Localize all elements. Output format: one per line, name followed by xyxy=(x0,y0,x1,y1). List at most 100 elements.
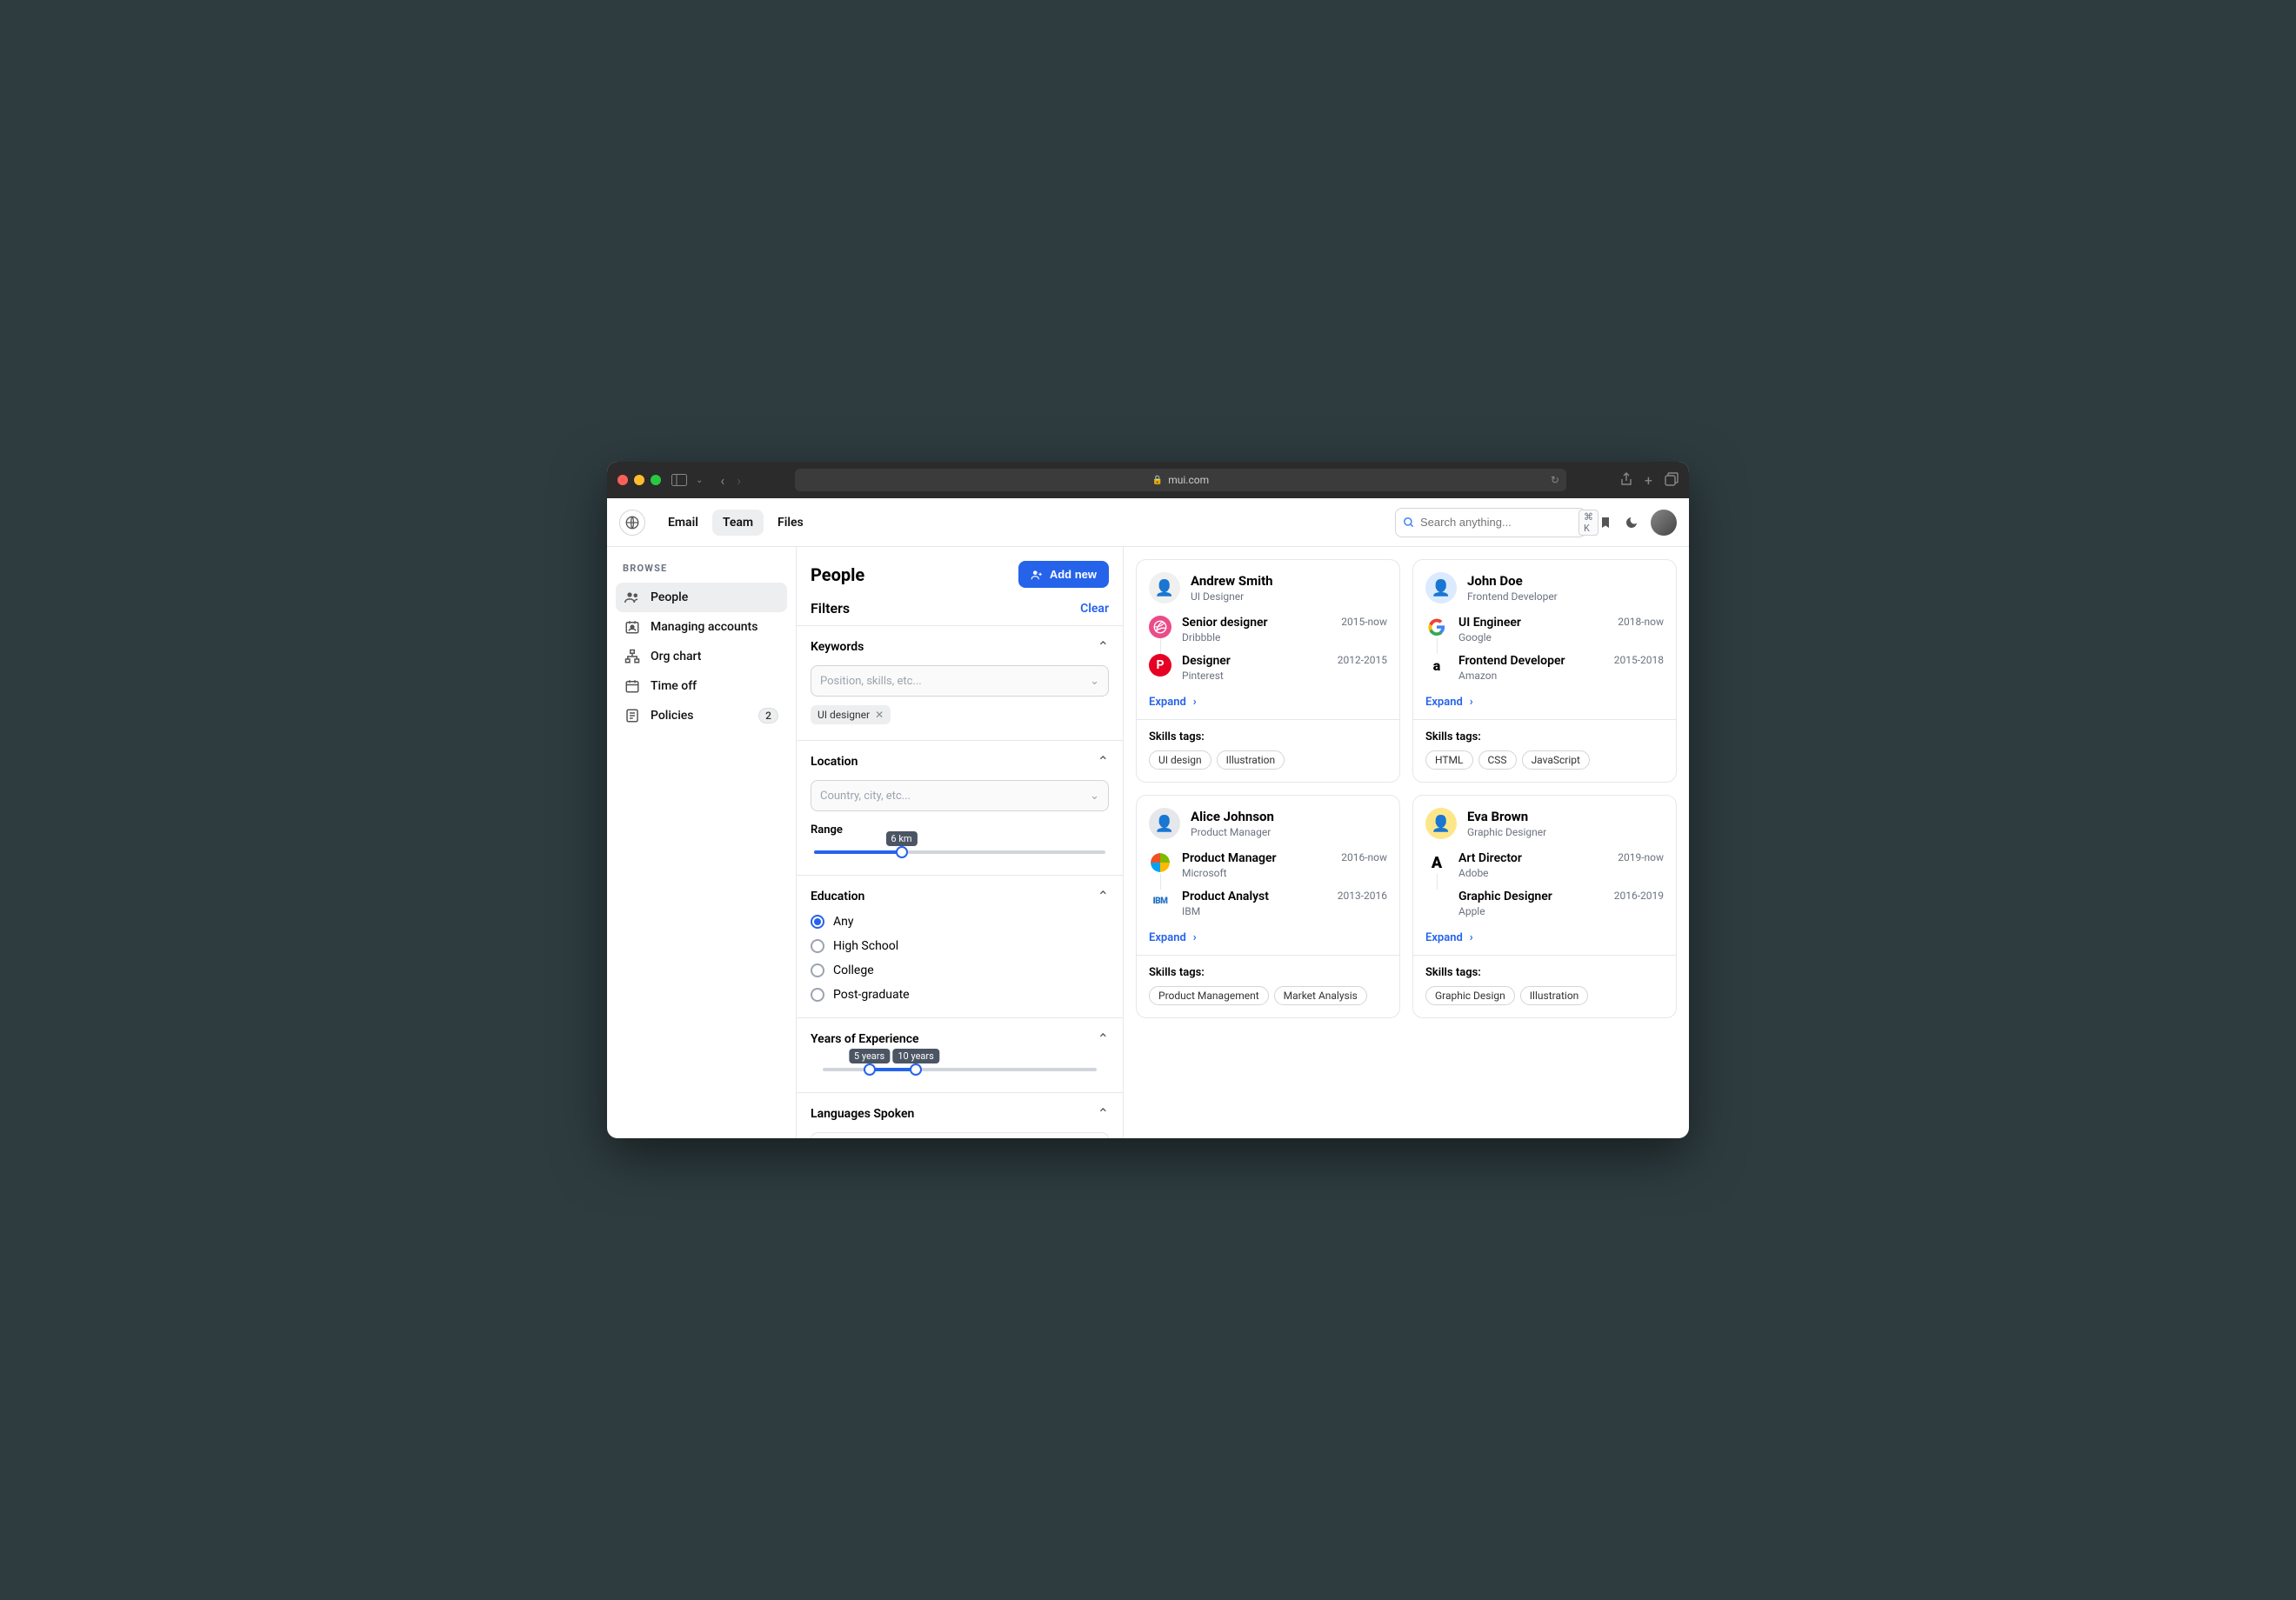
maximize-window-icon[interactable] xyxy=(651,475,661,485)
close-window-icon[interactable] xyxy=(617,475,628,485)
person-role: Frontend Developer xyxy=(1467,590,1558,603)
radio-college[interactable]: College xyxy=(811,963,1109,977)
filter-section-location: Location ⌃ Country, city, etc... ⌄ Range… xyxy=(797,740,1123,875)
skill-tag: Illustration xyxy=(1520,986,1589,1005)
browser-chrome: ⌄ ‹ › 🔒 mui.com ↻ + xyxy=(607,462,1689,498)
tab-files[interactable]: Files xyxy=(767,510,814,536)
amazon-logo-icon: a xyxy=(1425,654,1448,677)
refresh-icon[interactable]: ↻ xyxy=(1551,474,1559,486)
skill-tag: CSS xyxy=(1478,750,1517,770)
person-name: Andrew Smith xyxy=(1191,573,1273,589)
person-card: 👤Alice JohnsonProduct ManagerProduct Man… xyxy=(1136,795,1400,1018)
slider-thumb-high[interactable] xyxy=(910,1063,922,1076)
clear-filters-button[interactable]: Clear xyxy=(1080,602,1109,616)
sidebar-item-people[interactable]: People xyxy=(616,583,787,612)
search-shortcut: ⌘ K xyxy=(1578,510,1599,536)
skill-tag: UI design xyxy=(1149,750,1211,770)
search-input[interactable] xyxy=(1420,516,1573,529)
skill-tag: Graphic Design xyxy=(1425,986,1515,1005)
expand-button[interactable]: Expand › xyxy=(1425,931,1473,944)
ibm-logo-icon: IBM xyxy=(1149,890,1171,912)
expand-button[interactable]: Expand › xyxy=(1149,696,1197,709)
radio-icon xyxy=(811,915,824,929)
chevron-down-icon: ⌄ xyxy=(1090,675,1099,688)
radio-any[interactable]: Any xyxy=(811,915,1109,929)
radio-icon xyxy=(811,988,824,1002)
accounts-icon xyxy=(624,619,640,635)
skills-label: Skills tags: xyxy=(1149,966,1387,979)
experience-row: PDesignerPinterest2012-2015 xyxy=(1149,654,1387,682)
apple-logo-icon xyxy=(1425,890,1448,912)
languages-select[interactable]: Select languages xyxy=(811,1132,1109,1138)
search-icon xyxy=(1403,517,1415,529)
minimize-window-icon[interactable] xyxy=(634,475,644,485)
person-avatar: 👤 xyxy=(1425,572,1457,603)
skill-tag: Product Management xyxy=(1149,986,1269,1005)
share-icon[interactable] xyxy=(1620,472,1632,489)
experience-row: IBMProduct AnalystIBM2013-2016 xyxy=(1149,890,1387,917)
slider-thumb-low[interactable] xyxy=(864,1063,876,1076)
url-bar[interactable]: 🔒 mui.com ↻ xyxy=(795,469,1566,491)
filter-section-experience: Years of Experience ⌃ 5 years 10 years xyxy=(797,1017,1123,1092)
location-select[interactable]: Country, city, etc... ⌄ xyxy=(811,780,1109,811)
radio-high-school[interactable]: High School xyxy=(811,939,1109,953)
tabs-icon[interactable] xyxy=(1665,472,1679,489)
user-avatar[interactable] xyxy=(1651,510,1677,536)
person-avatar: 👤 xyxy=(1149,808,1180,839)
bookmark-icon[interactable] xyxy=(1599,516,1612,530)
experience-slider[interactable]: 5 years 10 years xyxy=(823,1068,1097,1071)
person-role: Product Manager xyxy=(1191,826,1274,838)
skills-label: Skills tags: xyxy=(1425,730,1664,743)
experience-row: UI EngineerGoogle2018-now xyxy=(1425,616,1664,643)
skill-tag: Market Analysis xyxy=(1274,986,1367,1005)
policies-icon xyxy=(624,708,640,723)
person-name: John Doe xyxy=(1467,573,1558,589)
sidebar-item-time-off[interactable]: Time off xyxy=(616,671,787,701)
range-label: Range xyxy=(811,823,1109,837)
filter-section-keywords: Keywords ⌃ Position, skills, etc... ⌄ UI… xyxy=(797,625,1123,740)
skills-label: Skills tags: xyxy=(1425,966,1664,979)
keywords-select[interactable]: Position, skills, etc... ⌄ xyxy=(811,665,1109,697)
sidebar-section-label: BROWSE xyxy=(623,563,780,574)
theme-toggle-icon[interactable] xyxy=(1625,516,1639,530)
sidebar-item-managing-accounts[interactable]: Managing accounts xyxy=(616,612,787,642)
radio-icon xyxy=(811,963,824,977)
remove-chip-icon[interactable]: ✕ xyxy=(875,709,884,721)
person-card: 👤Andrew SmithUI DesignerSenior designerD… xyxy=(1136,559,1400,783)
google-logo-icon xyxy=(1425,616,1448,638)
chevron-up-icon[interactable]: ⌃ xyxy=(1098,753,1109,770)
add-person-icon xyxy=(1031,569,1043,581)
tab-team[interactable]: Team xyxy=(712,510,764,536)
chevron-right-icon: › xyxy=(1193,931,1197,944)
back-button[interactable]: ‹ xyxy=(720,472,724,489)
sidebar-item-org-chart[interactable]: Org chart xyxy=(616,642,787,671)
expand-button[interactable]: Expand › xyxy=(1149,931,1197,944)
experience-row: AArt DirectorAdobe2019-now xyxy=(1425,851,1664,879)
chevron-up-icon[interactable]: ⌃ xyxy=(1098,1105,1109,1122)
person-card: 👤 John DoeFrontend Developer UI EngineerGo… xyxy=(1412,559,1677,783)
sidebar-item-policies[interactable]: Policies2 xyxy=(616,701,787,730)
orgchart-icon xyxy=(624,649,640,664)
expand-button[interactable]: Expand › xyxy=(1425,696,1473,709)
forward-button: › xyxy=(737,472,741,489)
add-new-button[interactable]: Add new xyxy=(1018,561,1109,588)
chevron-up-icon[interactable]: ⌃ xyxy=(1098,1030,1109,1047)
slider-thumb[interactable] xyxy=(896,846,908,858)
skill-tag: Illustration xyxy=(1217,750,1285,770)
lock-icon: 🔒 xyxy=(1152,476,1163,485)
filters-panel: People Add new Filters Clear Keywords ⌃ … xyxy=(797,547,1124,1138)
global-search[interactable]: ⌘ K xyxy=(1395,508,1586,537)
radio-post-graduate[interactable]: Post-graduate xyxy=(811,988,1109,1002)
chevron-up-icon[interactable]: ⌃ xyxy=(1098,888,1109,904)
tab-email[interactable]: Email xyxy=(657,510,709,536)
chevron-up-icon[interactable]: ⌃ xyxy=(1098,638,1109,655)
window-controls xyxy=(617,475,661,485)
people-icon xyxy=(624,590,640,605)
experience-row: aFrontend DeveloperAmazon2015-2018 xyxy=(1425,654,1664,682)
sidebar-toggle[interactable]: ⌄ xyxy=(671,474,703,486)
range-slider[interactable]: 6 km xyxy=(814,850,1105,854)
new-tab-icon[interactable]: + xyxy=(1645,472,1652,489)
page-title: People xyxy=(811,564,864,585)
app-logo[interactable] xyxy=(619,510,645,536)
skill-tag: HTML xyxy=(1425,750,1473,770)
